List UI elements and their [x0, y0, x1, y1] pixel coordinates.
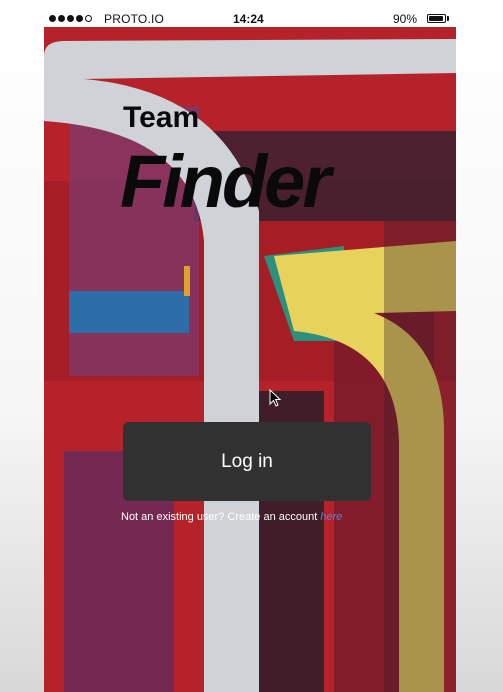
phone-screen: PROTO.IO 14:24 90% Team Finder Log in No…	[44, 11, 456, 692]
carrier-name: PROTO.IO	[104, 12, 165, 26]
signal-dot	[49, 15, 56, 22]
mouse-cursor-icon	[269, 389, 281, 407]
login-button-label: Log in	[221, 450, 273, 472]
status-bar: PROTO.IO 14:24 90%	[44, 11, 456, 27]
signal-dot	[76, 15, 83, 22]
background-artwork	[44, 11, 456, 692]
login-button[interactable]: Log in	[123, 422, 371, 501]
signup-prompt: Not an existing user? Create an account …	[121, 511, 342, 523]
status-time: 14:24	[233, 12, 264, 26]
battery-tip	[447, 16, 449, 21]
prototype-stage: PROTO.IO 14:24 90% Team Finder Log in No…	[0, 0, 503, 692]
create-account-link[interactable]: here	[320, 511, 342, 523]
signal-strength-icon	[49, 15, 92, 22]
signal-dot	[58, 15, 65, 22]
signal-dot-empty	[85, 15, 92, 22]
signal-dot	[67, 15, 74, 22]
app-title-team: Team	[123, 101, 200, 134]
app-title-finder: Finder	[120, 140, 331, 223]
signup-prompt-text: Not an existing user? Create an account	[121, 511, 321, 523]
battery-fill	[429, 16, 443, 21]
battery-icon	[427, 14, 446, 23]
battery-percent: 90%	[393, 12, 418, 26]
